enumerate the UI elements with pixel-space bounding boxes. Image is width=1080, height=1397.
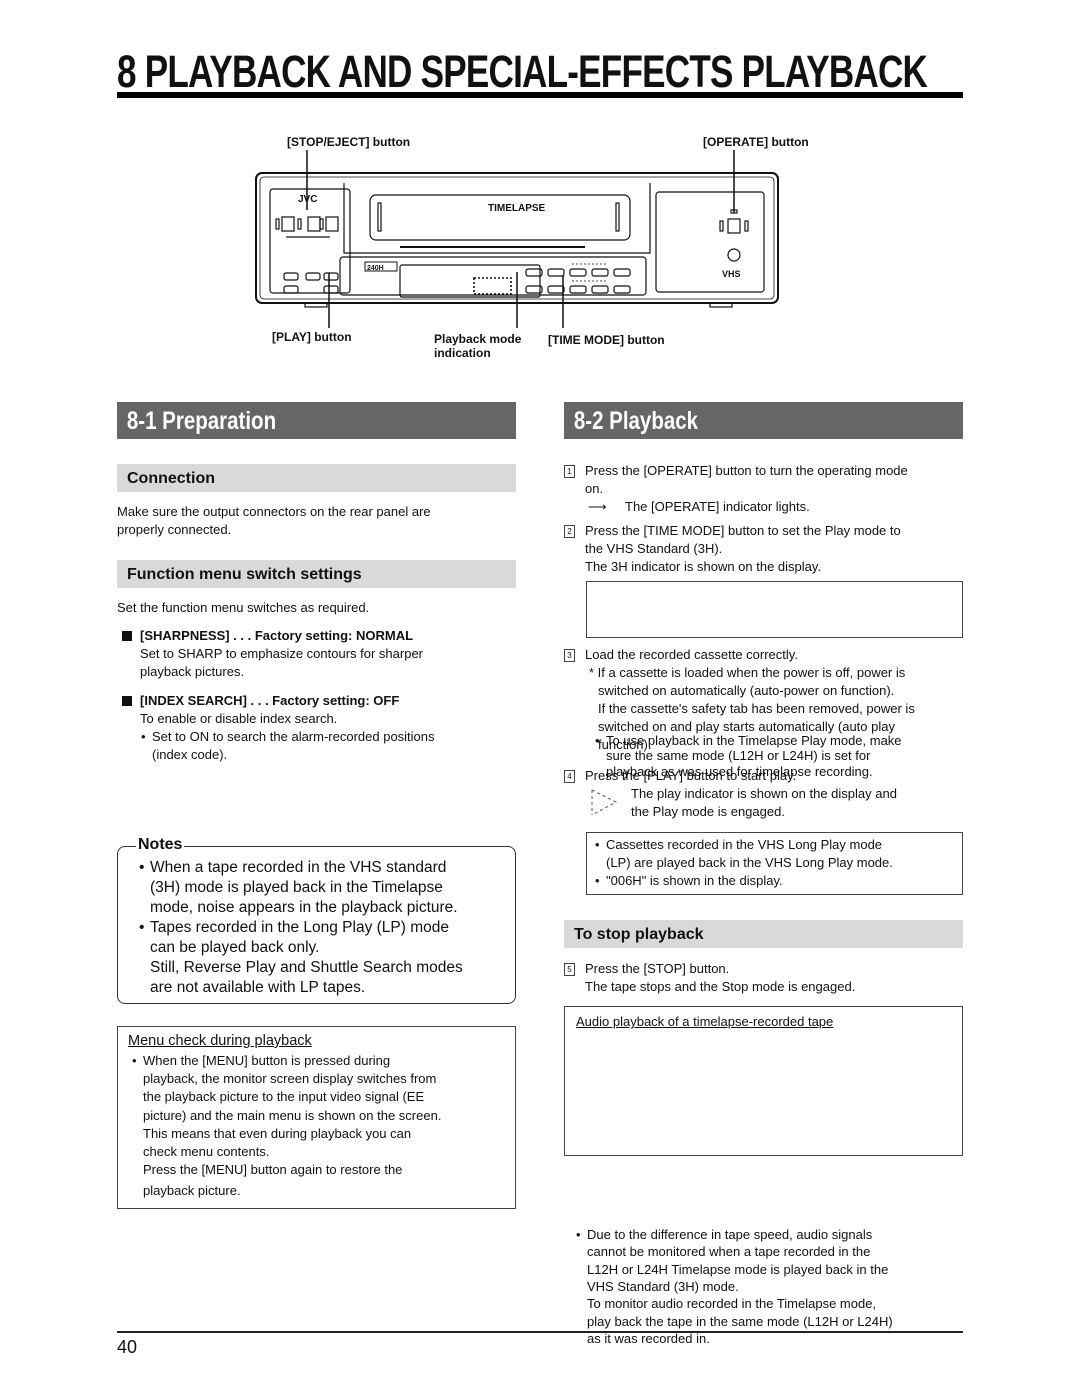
section-title-playback: 8-2 Playback — [564, 402, 963, 439]
display-window — [399, 264, 541, 298]
step-3: 3 Load the recorded cassette correctly. … — [564, 646, 964, 754]
arrow-right-icon: ⟶ — [588, 499, 607, 514]
subheading-connection: Connection — [117, 464, 516, 492]
square-bullet-icon — [122, 696, 132, 706]
timelapse-logo: TIMELAPSE — [488, 203, 546, 214]
step-number-4: 4 — [564, 770, 575, 783]
notes-list: When a tape recorded in the VHS standard… — [138, 858, 508, 998]
notes-label: Notes — [136, 836, 185, 854]
note-item: Tapes recorded in the Long Play (LP) mod… — [138, 918, 508, 998]
play-indicator-icon — [591, 789, 618, 816]
label-time-mode: [TIME MODE] button — [548, 333, 665, 347]
sensor-circle — [727, 248, 741, 262]
step-number-2: 2 — [564, 525, 575, 538]
title-rule — [117, 92, 963, 98]
square-bullet-icon — [122, 631, 132, 641]
step-4: 4 Press the [PLAY] button to start play.… — [564, 767, 964, 821]
step-2-info-box — [586, 581, 963, 638]
step-number-1: 1 — [564, 465, 575, 478]
counter-240h: 240H — [367, 265, 384, 272]
step-5: 5 Press the [STOP] button. The tape stop… — [564, 960, 964, 996]
vhs-logo: VHS — [722, 269, 741, 279]
brand-jvc: JVC — [298, 194, 317, 205]
section-title-preparation: 8-1 Preparation — [117, 402, 516, 439]
cassette-slot — [369, 194, 631, 241]
footer-rule — [117, 1331, 963, 1333]
audio-box-text: Due to the difference in tape speed, aud… — [575, 1226, 967, 1347]
menu-check-text: When the [MENU] button is pressed during… — [131, 1052, 523, 1201]
note-item: When a tape recorded in the VHS standard… — [138, 858, 508, 918]
step-1: 1 Press the [OPERATE] button to turn the… — [564, 462, 964, 516]
operate-button-shape — [727, 218, 741, 234]
connection-text: Make sure the output connectors on the r… — [117, 504, 431, 537]
setting-sharpness: [SHARPNESS] . . . Factory setting: NORMA… — [122, 627, 512, 681]
function-menu-intro: Set the function menu switches as requir… — [117, 600, 370, 615]
vcr-front-panel-diagram: JVC TIMELAPSE 240H VHS — [255, 150, 779, 328]
step-number-5: 5 — [564, 963, 575, 976]
step-4-info-text: Cassettes recorded in the VHS Long Play … — [594, 836, 959, 890]
playback-mode-indicator — [473, 277, 512, 295]
setting-index-search: [INDEX SEARCH] . . . Factory setting: OF… — [122, 692, 512, 764]
page-number: 40 — [117, 1337, 138, 1357]
subheading-function-menu: Function menu switch settings — [117, 560, 516, 588]
label-playback-mode-2: indication — [434, 346, 491, 360]
audio-box-title: Audio playback of a timelapse-recorded t… — [576, 1014, 834, 1029]
step-2: 2 Press the [TIME MODE] button to set th… — [564, 522, 964, 576]
chapter-title: 8 PLAYBACK AND SPECIAL-EFFECTS PLAYBACK — [117, 46, 928, 97]
menu-check-title: Menu check during playback — [128, 1033, 312, 1049]
step-number-3: 3 — [564, 649, 575, 662]
subheading-stop-playback: To stop playback — [564, 920, 963, 948]
